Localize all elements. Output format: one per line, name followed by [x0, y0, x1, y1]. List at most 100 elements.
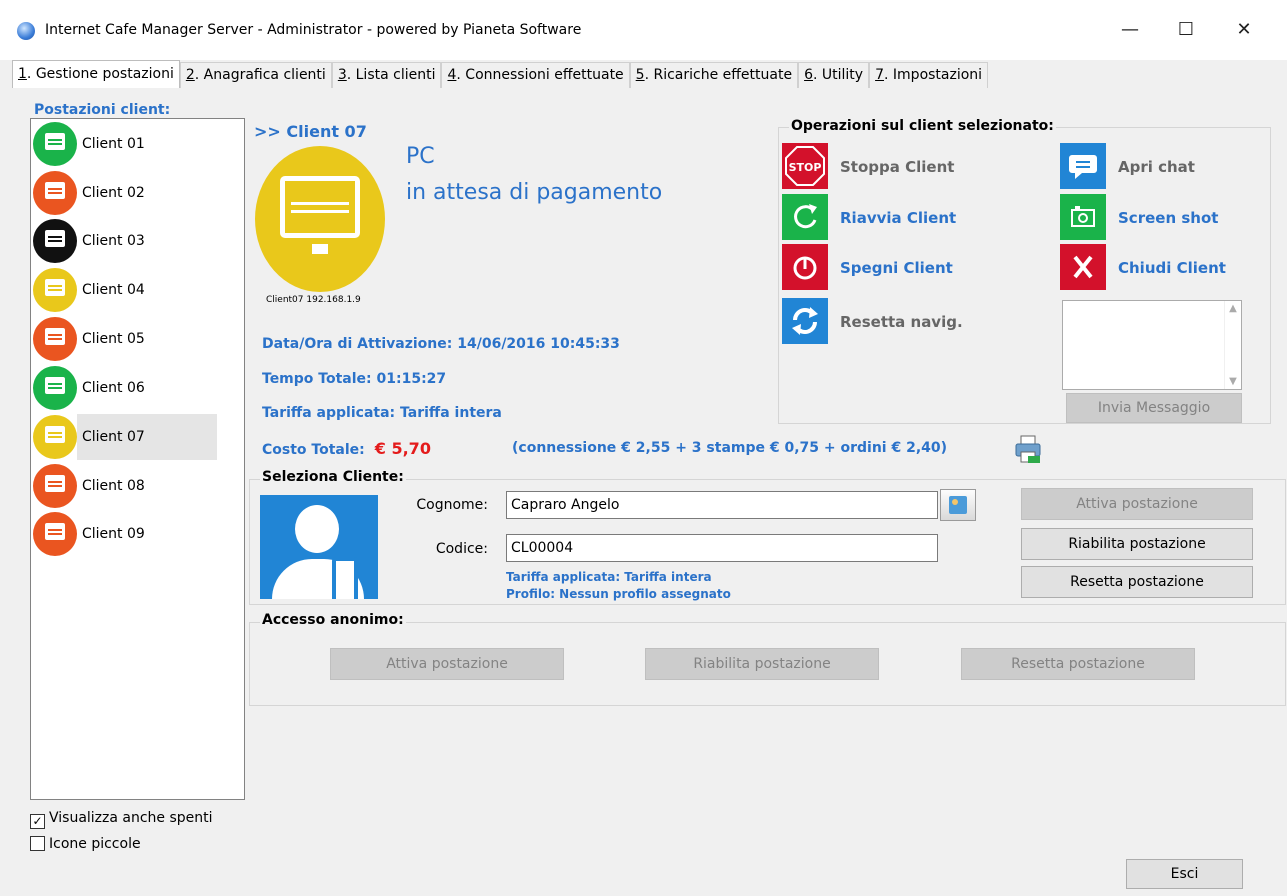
message-textarea[interactable]: ▲ ▼ [1062, 300, 1242, 390]
client-status: in attesa di pagamento [406, 180, 663, 205]
small-icons-checkbox[interactable]: Icone piccole [30, 836, 141, 852]
chat-icon[interactable] [1060, 143, 1106, 189]
client-item[interactable]: Client 02 [33, 170, 217, 216]
screen-icon [45, 475, 65, 492]
customer-profile: Profilo: Nessun profilo assegnato [506, 587, 731, 601]
client-item-selected[interactable]: Client 07 [33, 414, 217, 460]
clients-caption: Postazioni client: [34, 102, 171, 118]
monitor-stand [312, 244, 328, 254]
exit-button[interactable]: Esci [1126, 859, 1243, 889]
tab-impostazioni[interactable]: 7. Impostazioni [869, 62, 989, 88]
customer-card-icon[interactable] [940, 489, 976, 521]
screen-bar [48, 481, 62, 483]
tab-key: 5 [635, 67, 645, 83]
client-item[interactable]: Client 03 [33, 218, 217, 264]
client-label: Client 06 [82, 380, 145, 396]
screen-bar [48, 334, 62, 336]
reset-navigation-icon[interactable] [782, 298, 828, 344]
power-icon[interactable] [782, 244, 828, 290]
tab-anagrafica-clienti[interactable]: 2. Anagrafica clienti [179, 62, 332, 88]
client-label: Client 02 [82, 185, 145, 201]
scroll-down-icon[interactable]: ▼ [1225, 376, 1241, 387]
client-item[interactable]: Client 01 [33, 121, 217, 167]
client-monitor-icon [33, 122, 77, 166]
tab-ricariche-effettuate[interactable]: 5. Ricariche effettuate [629, 62, 799, 88]
code-input[interactable]: CL00004 [506, 534, 938, 562]
screen-bar [48, 432, 62, 434]
checkbox-box[interactable]: ✓ [30, 814, 45, 829]
reset-navigation-button[interactable]: Resetta navig. [840, 313, 963, 331]
screen-bar [48, 533, 62, 535]
screen-bar [48, 289, 62, 291]
tab-label: . Utility [813, 67, 864, 83]
shutdown-client-button[interactable]: Spegni Client [840, 259, 953, 277]
open-chat-button[interactable]: Apri chat [1118, 158, 1195, 176]
screen-bar [48, 485, 62, 487]
client-monitor-icon [33, 171, 77, 215]
show-off-checkbox[interactable]: ✓ Visualizza anche spenti [30, 810, 213, 829]
tab-key: 6 [804, 67, 813, 83]
anonymous-activate-button[interactable]: Attiva postazione [330, 648, 564, 680]
stop-client-button[interactable]: Stoppa Client [840, 158, 954, 176]
tab-key: 2 [185, 67, 195, 83]
stop-icon[interactable]: STOP [782, 143, 828, 189]
screen-bar [48, 143, 62, 145]
tab-gestione-postazioni[interactable]: 1. Gestione postazioni [12, 60, 180, 88]
activation-datetime: Data/Ora di Attivazione: 14/06/2016 10:4… [262, 336, 620, 352]
tab-lista-clienti[interactable]: 3. Lista clienti [331, 62, 442, 88]
client-label: Client 08 [82, 478, 145, 494]
tab-label: . Impostazioni [884, 67, 983, 83]
title-bar: Internet Cafe Manager Server - Administr… [0, 0, 1287, 60]
restart-icon[interactable] [782, 194, 828, 240]
device-icon [332, 557, 358, 599]
screenshot-icon[interactable] [1060, 194, 1106, 240]
screenshot-button[interactable]: Screen shot [1118, 209, 1218, 227]
checkbox-box[interactable] [30, 836, 45, 851]
screen-icon [45, 230, 65, 247]
reset-station-button[interactable]: Resetta postazione [1021, 566, 1253, 598]
screen-bar [48, 338, 62, 340]
send-message-button[interactable]: Invia Messaggio [1066, 393, 1242, 423]
maximize-button[interactable]: ☐ [1163, 14, 1209, 46]
customer-tariff: Tariffa applicata: Tariffa intera [506, 570, 712, 584]
printer-icon[interactable] [1014, 434, 1042, 464]
checkbox-label: Icone piccole [49, 836, 141, 852]
client-item[interactable]: Client 05 [33, 316, 217, 362]
total-cost: Costo Totale: € 5,70 [262, 439, 431, 458]
tab-label: . Connessioni effettuate [456, 67, 624, 83]
screen-icon [45, 377, 65, 394]
activate-station-button[interactable]: Attiva postazione [1021, 488, 1253, 520]
tab-panel: Postazioni client: Client 01 Client 02 C… [12, 88, 1286, 889]
screen-bar [48, 529, 62, 531]
client-monitor-icon [33, 366, 77, 410]
tab-utility[interactable]: 6. Utility [798, 62, 870, 88]
restart-client-button[interactable]: Riavvia Client [840, 209, 956, 227]
tab-connessioni-effettuate[interactable]: 4. Connessioni effettuate [441, 62, 630, 88]
reenable-station-button[interactable]: Riabilita postazione [1021, 528, 1253, 560]
selected-client-title: >> Client 07 [254, 122, 367, 141]
operations-caption: Operazioni sul client selezionato: [789, 118, 1056, 134]
client-list[interactable]: Client 01 Client 02 Client 03 Client 04 … [30, 118, 245, 800]
checkbox-label: Visualizza anche spenti [49, 810, 213, 826]
client-item[interactable]: Client 04 [33, 267, 217, 313]
customer-caption: Seleziona Cliente: [260, 469, 406, 485]
client-monitor-icon [33, 415, 77, 459]
client-ip: Client07 192.168.1.9 [266, 295, 361, 305]
client-item[interactable]: Client 06 [33, 365, 217, 411]
close-client-icon[interactable] [1060, 244, 1106, 290]
avatar-head [295, 505, 339, 553]
anonymous-reenable-button[interactable]: Riabilita postazione [645, 648, 879, 680]
client-item[interactable]: Client 09 [33, 511, 217, 557]
client-item[interactable]: Client 08 [33, 463, 217, 509]
surname-input[interactable]: Capraro Angelo [506, 491, 938, 519]
tariff-applied: Tariffa applicata: Tariffa intera [262, 405, 502, 421]
screen-icon [45, 328, 65, 345]
close-client-button[interactable]: Chiudi Client [1118, 259, 1226, 277]
scrollbar[interactable]: ▲ ▼ [1224, 301, 1241, 389]
tab-label: . Ricariche effettuate [644, 67, 793, 83]
close-button[interactable]: ✕ [1221, 14, 1267, 46]
screen-bar [48, 192, 62, 194]
anonymous-reset-button[interactable]: Resetta postazione [961, 648, 1195, 680]
minimize-button[interactable]: — [1107, 14, 1153, 46]
scroll-up-icon[interactable]: ▲ [1225, 303, 1241, 314]
